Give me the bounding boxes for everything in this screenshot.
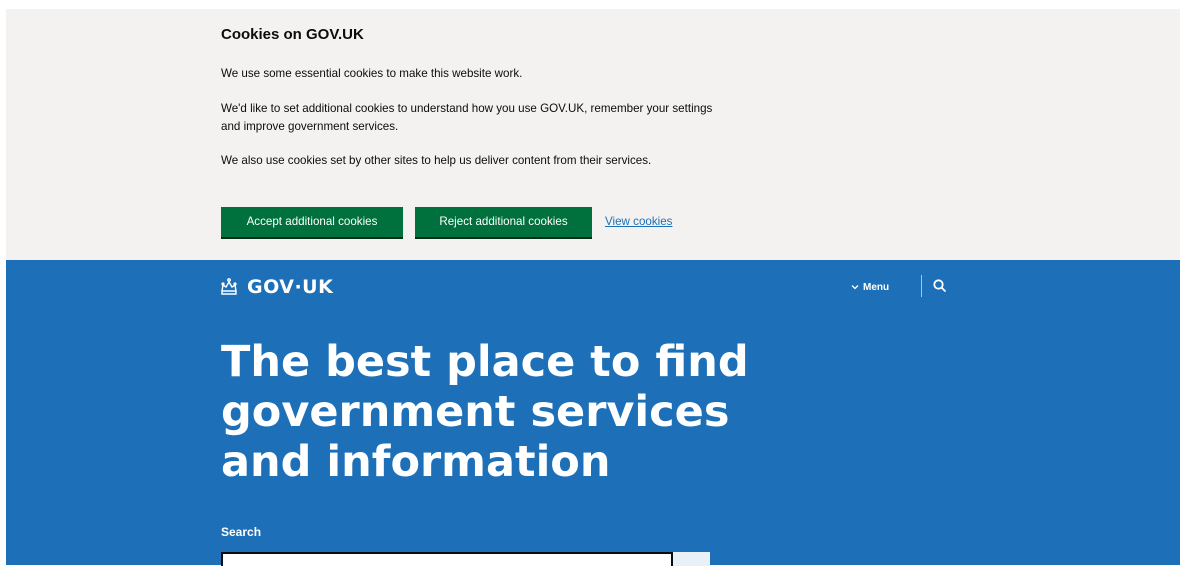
search-input[interactable] [221,552,673,566]
view-cookies-link[interactable]: View cookies [605,207,672,237]
page-title: The best place to find government servic… [221,337,781,487]
page: Cookies on GOV.UK We use some essential … [6,9,1180,566]
search-submit-button[interactable] [673,552,710,566]
cookie-banner-text-essential: We use some essential cookies to make th… [221,67,523,80]
reject-cookies-button[interactable]: Reject additional cookies [415,207,592,237]
search-icon[interactable] [931,277,949,295]
cookie-banner-text-additional: We'd like to set additional cookies to u… [221,102,713,133]
menu-button[interactable]: Menu [851,278,889,296]
cookie-banner-actions: Accept additional cookies Reject additio… [221,207,721,237]
search-label: Search [221,525,262,539]
page-title-line: and information [221,437,611,487]
logo-text: GOV·UK [247,276,334,298]
page-title-line: government services [221,387,730,437]
chevron-down-icon [851,285,859,290]
cookie-banner-text-third-party: We also use cookies set by other sites t… [221,154,652,167]
accept-cookies-button[interactable]: Accept additional cookies [221,207,403,237]
cookie-banner: Cookies on GOV.UK We use some essential … [6,9,1180,260]
cookie-banner-title: Cookies on GOV.UK [221,26,364,43]
govuk-logo-link[interactable]: GOV·UK [219,274,333,300]
crown-icon [221,278,237,295]
menu-label: Menu [863,281,890,293]
page-title-line: The best place to find [221,337,749,387]
site-header: GOV·UK Menu The best place to find gover… [6,260,1180,566]
header-divider [921,275,922,297]
